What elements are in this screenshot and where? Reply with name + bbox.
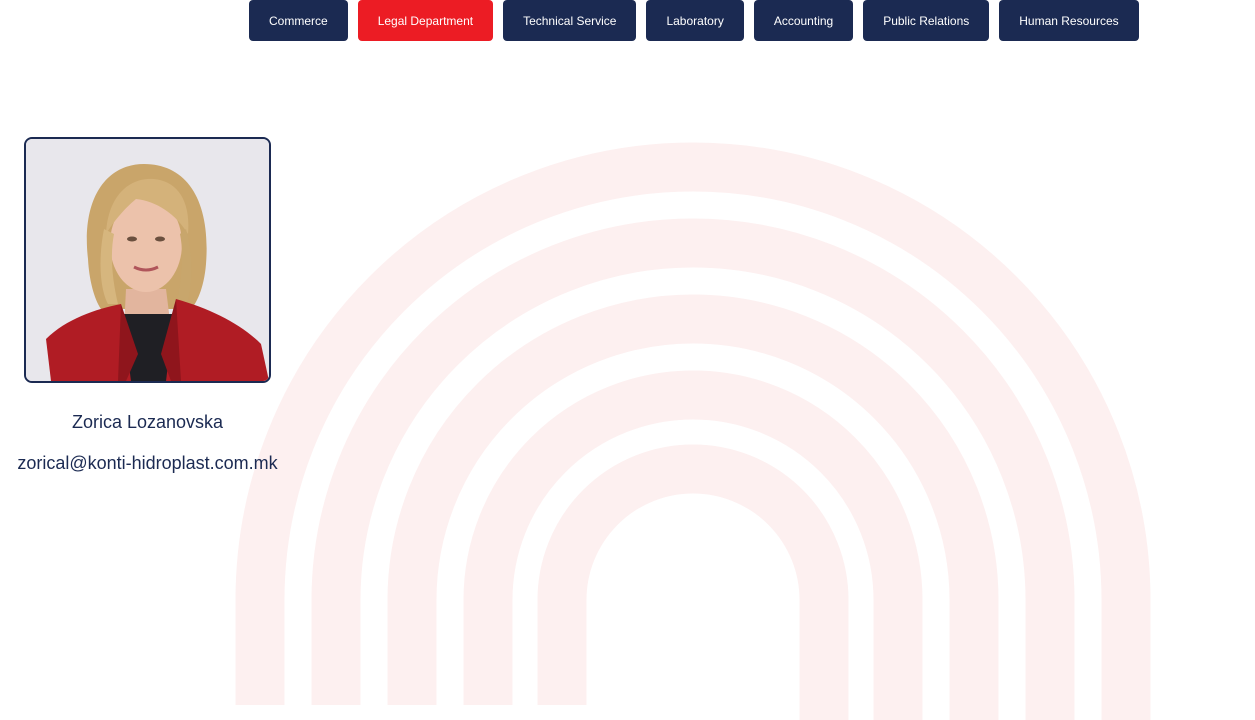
department-tabs: Commerce Legal Department Technical Serv… bbox=[249, 0, 1139, 41]
tab-human-resources[interactable]: Human Resources bbox=[999, 0, 1139, 41]
tab-legal-department[interactable]: Legal Department bbox=[357, 0, 494, 41]
tab-laboratory[interactable]: Laboratory bbox=[646, 0, 744, 41]
page: Commerce Legal Department Technical Serv… bbox=[0, 0, 1255, 720]
employee-name: Zorica Lozanovska bbox=[71, 412, 224, 432]
tab-public-relations[interactable]: Public Relations bbox=[863, 0, 990, 41]
employee-email-link[interactable]: zorical@konti-hidroplast.com.mk bbox=[0, 453, 295, 474]
portrait-photo bbox=[24, 137, 271, 383]
tab-technical-service[interactable]: Technical Service bbox=[503, 0, 637, 41]
tab-accounting[interactable]: Accounting bbox=[753, 0, 854, 41]
tab-commerce[interactable]: Commerce bbox=[249, 0, 348, 41]
